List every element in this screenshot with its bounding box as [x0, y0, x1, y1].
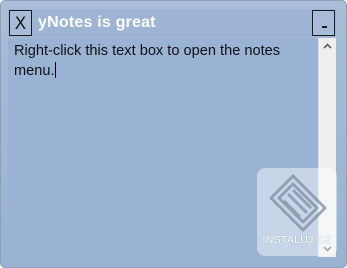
watermark-text: INSTALUJ.CZ [262, 234, 332, 246]
minimize-button[interactable] [312, 10, 335, 36]
watermark: INSTALUJ.CZ [257, 168, 337, 256]
minimize-icon [322, 26, 327, 28]
scroll-up-arrow-icon [323, 43, 332, 49]
close-label: X [14, 14, 27, 34]
instaluj-logo-icon [269, 174, 327, 232]
text-caret [54, 62, 56, 78]
notes-window: X yNotes is great Right-click this text … [0, 0, 347, 268]
title-bar[interactable]: X yNotes is great [8, 9, 336, 37]
note-text-content: Right-click this text box to open the no… [14, 41, 310, 81]
scroll-up-button[interactable] [319, 38, 336, 55]
window-title: yNotes is great [38, 14, 156, 31]
close-button[interactable]: X [9, 10, 32, 36]
